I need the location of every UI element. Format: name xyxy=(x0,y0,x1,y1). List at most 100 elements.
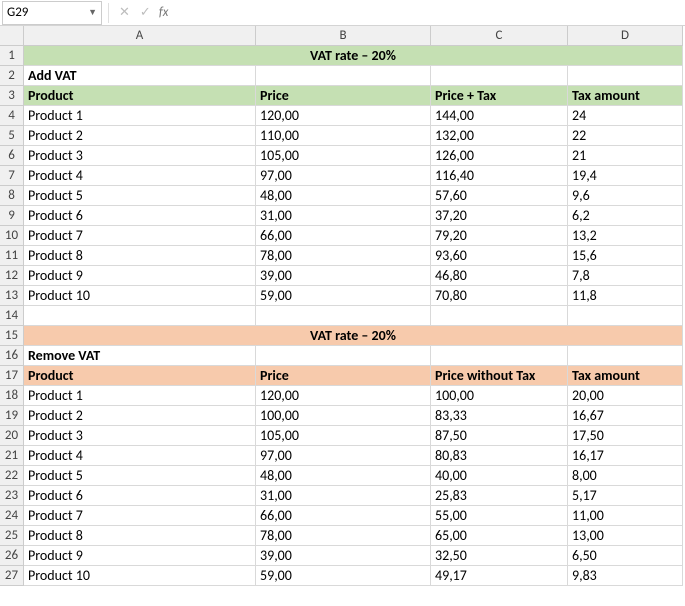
cell-B21[interactable]: 97,00 xyxy=(256,446,431,466)
cell-C25[interactable]: 65,00 xyxy=(431,526,568,546)
row-header-15[interactable]: 15 xyxy=(0,326,24,346)
cell-D6[interactable]: 21 xyxy=(568,146,683,166)
cell-B9[interactable]: 31,00 xyxy=(256,206,431,226)
header-cell-D3[interactable]: Tax amount xyxy=(568,86,683,106)
cell-C12[interactable]: 46,80 xyxy=(431,266,568,286)
cell-A20[interactable]: Product 3 xyxy=(24,426,256,446)
cell-D27[interactable]: 9,83 xyxy=(568,566,683,586)
row-header-10[interactable]: 10 xyxy=(0,226,24,246)
cell-D19[interactable]: 16,67 xyxy=(568,406,683,426)
row-header-8[interactable]: 8 xyxy=(0,186,24,206)
row-header-6[interactable]: 6 xyxy=(0,146,24,166)
merged-title-row-1[interactable]: VAT rate – 20% xyxy=(24,46,683,66)
cell-B7[interactable]: 97,00 xyxy=(256,166,431,186)
cell-C19[interactable]: 83,33 xyxy=(431,406,568,426)
cell-B8[interactable]: 48,00 xyxy=(256,186,431,206)
row-header-1[interactable]: 1 xyxy=(0,46,24,66)
merged-title-row-15[interactable]: VAT rate – 20% xyxy=(24,326,683,346)
cell-D7[interactable]: 19,4 xyxy=(568,166,683,186)
select-all-corner[interactable] xyxy=(0,26,24,46)
cell-D20[interactable]: 17,50 xyxy=(568,426,683,446)
cell-B6[interactable]: 105,00 xyxy=(256,146,431,166)
header-cell-B17[interactable]: Price xyxy=(256,366,431,386)
column-header-C[interactable]: C xyxy=(431,26,568,46)
cell-D22[interactable]: 8,00 xyxy=(568,466,683,486)
row-header-7[interactable]: 7 xyxy=(0,166,24,186)
cell-C16[interactable] xyxy=(431,346,568,366)
cell-D25[interactable]: 13,00 xyxy=(568,526,683,546)
enter-icon[interactable]: ✓ xyxy=(140,5,151,20)
cell-C13[interactable]: 70,80 xyxy=(431,286,568,306)
name-box[interactable]: G29 ▼ xyxy=(2,1,102,25)
cell-A13[interactable]: Product 10 xyxy=(24,286,256,306)
cell-C4[interactable]: 144,00 xyxy=(431,106,568,126)
cell-B2[interactable] xyxy=(256,66,431,86)
cell-A11[interactable]: Product 8 xyxy=(24,246,256,266)
cell-A24[interactable]: Product 7 xyxy=(24,506,256,526)
cell-D18[interactable]: 20,00 xyxy=(568,386,683,406)
cell-B12[interactable]: 39,00 xyxy=(256,266,431,286)
cell-B27[interactable]: 59,00 xyxy=(256,566,431,586)
row-header-26[interactable]: 26 xyxy=(0,546,24,566)
cell-C26[interactable]: 32,50 xyxy=(431,546,568,566)
column-header-D[interactable]: D xyxy=(568,26,683,46)
header-cell-C3[interactable]: Price + Tax xyxy=(431,86,568,106)
cell-A8[interactable]: Product 5 xyxy=(24,186,256,206)
row-header-23[interactable]: 23 xyxy=(0,486,24,506)
cell-A12[interactable]: Product 9 xyxy=(24,266,256,286)
cell-C11[interactable]: 93,60 xyxy=(431,246,568,266)
cell-D4[interactable]: 24 xyxy=(568,106,683,126)
cell-B25[interactable]: 78,00 xyxy=(256,526,431,546)
cell-D11[interactable]: 15,6 xyxy=(568,246,683,266)
header-cell-D17[interactable]: Tax amount xyxy=(568,366,683,386)
column-header-A[interactable]: A xyxy=(24,26,256,46)
cell-A19[interactable]: Product 2 xyxy=(24,406,256,426)
cell-A4[interactable]: Product 1 xyxy=(24,106,256,126)
cell-C18[interactable]: 100,00 xyxy=(431,386,568,406)
cell-C21[interactable]: 80,83 xyxy=(431,446,568,466)
row-header-12[interactable]: 12 xyxy=(0,266,24,286)
column-header-B[interactable]: B xyxy=(256,26,431,46)
row-header-5[interactable]: 5 xyxy=(0,126,24,146)
cell-B23[interactable]: 31,00 xyxy=(256,486,431,506)
cell-A6[interactable]: Product 3 xyxy=(24,146,256,166)
row-header-9[interactable]: 9 xyxy=(0,206,24,226)
cancel-icon[interactable]: ✕ xyxy=(119,5,130,20)
cell-C9[interactable]: 37,20 xyxy=(431,206,568,226)
cell-D23[interactable]: 5,17 xyxy=(568,486,683,506)
header-cell-A17[interactable]: Product xyxy=(24,366,256,386)
cell-A7[interactable]: Product 4 xyxy=(24,166,256,186)
cell-D24[interactable]: 11,00 xyxy=(568,506,683,526)
cell-D8[interactable]: 9,6 xyxy=(568,186,683,206)
row-header-17[interactable]: 17 xyxy=(0,366,24,386)
spreadsheet-grid[interactable]: ABCD1VAT rate – 20%2Add VAT3ProductPrice… xyxy=(0,26,685,586)
cell-D5[interactable]: 22 xyxy=(568,126,683,146)
cell-A27[interactable]: Product 10 xyxy=(24,566,256,586)
row-header-22[interactable]: 22 xyxy=(0,466,24,486)
row-header-21[interactable]: 21 xyxy=(0,446,24,466)
cell-D10[interactable]: 13,2 xyxy=(568,226,683,246)
cell-C2[interactable] xyxy=(431,66,568,86)
cell-C27[interactable]: 49,17 xyxy=(431,566,568,586)
cell-B18[interactable]: 120,00 xyxy=(256,386,431,406)
cell-B20[interactable]: 105,00 xyxy=(256,426,431,446)
formula-input[interactable] xyxy=(174,0,685,25)
cell-C8[interactable]: 57,60 xyxy=(431,186,568,206)
cell-C24[interactable]: 55,00 xyxy=(431,506,568,526)
cell-A23[interactable]: Product 6 xyxy=(24,486,256,506)
cell-C5[interactable]: 132,00 xyxy=(431,126,568,146)
cell-C23[interactable]: 25,83 xyxy=(431,486,568,506)
cell-C7[interactable]: 116,40 xyxy=(431,166,568,186)
cell-A5[interactable]: Product 2 xyxy=(24,126,256,146)
cell-B14[interactable] xyxy=(256,306,431,326)
row-header-13[interactable]: 13 xyxy=(0,286,24,306)
cell-A25[interactable]: Product 8 xyxy=(24,526,256,546)
cell-D9[interactable]: 6,2 xyxy=(568,206,683,226)
cell-B16[interactable] xyxy=(256,346,431,366)
cell-D14[interactable] xyxy=(568,306,683,326)
row-header-14[interactable]: 14 xyxy=(0,306,24,326)
cell-A16[interactable]: Remove VAT xyxy=(24,346,256,366)
row-header-27[interactable]: 27 xyxy=(0,566,24,586)
cell-C20[interactable]: 87,50 xyxy=(431,426,568,446)
cell-D13[interactable]: 11,8 xyxy=(568,286,683,306)
